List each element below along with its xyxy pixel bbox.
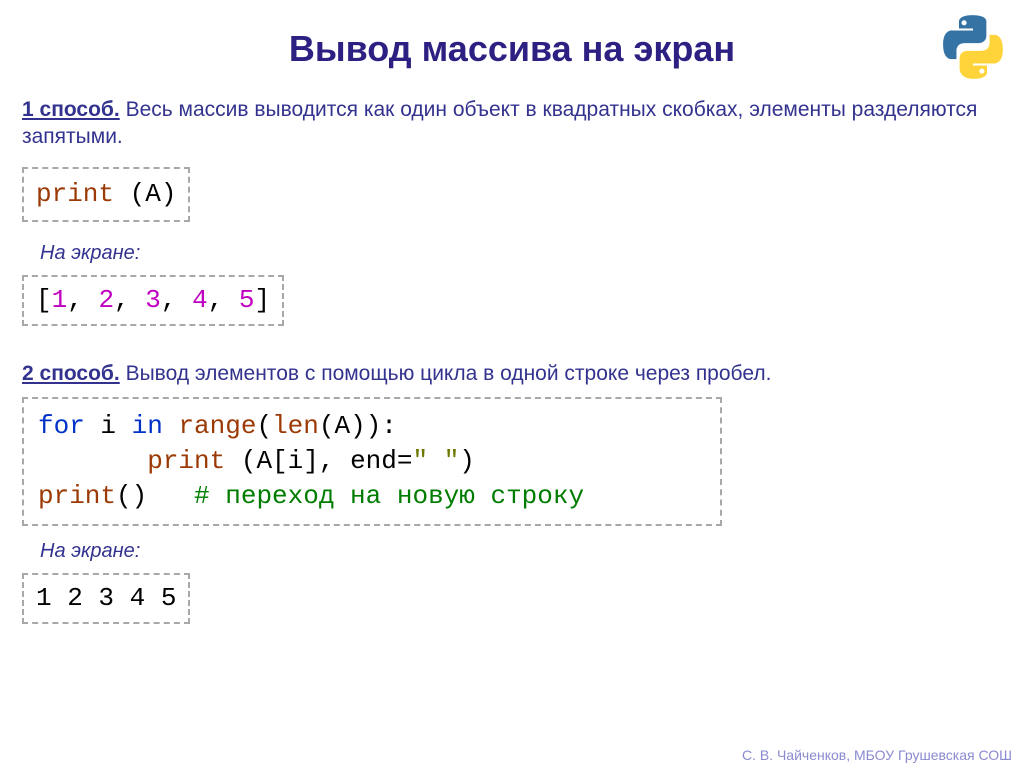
code-block-2: for i in range(len(A)): print (A[i], end…: [22, 397, 722, 526]
out-v2: 2: [98, 285, 114, 315]
out-c1: ,: [67, 285, 98, 315]
method-1-label: 1 способ.: [22, 98, 120, 121]
code-paren-open: (: [114, 179, 145, 209]
output-block-2: 1 2 3 4 5: [22, 573, 190, 624]
method-2-paragraph: 2 способ. Вывод элементов с помощью цикл…: [22, 360, 1002, 387]
paren2: (: [225, 446, 256, 476]
method-1-text: Весь массив выводится как один объект в …: [22, 98, 977, 148]
str-space: " ": [412, 446, 459, 476]
bracket-open: [: [36, 285, 52, 315]
out-v3: 3: [145, 285, 161, 315]
fn-range: range: [178, 411, 256, 441]
fn-print-3: print: [38, 481, 116, 511]
method-1-paragraph: 1 способ. Весь массив выводится как один…: [22, 96, 1002, 151]
arg-a: (A)):: [319, 411, 397, 441]
out-c3: ,: [161, 285, 192, 315]
out-v1: 1: [52, 285, 68, 315]
code-fn-print: print: [36, 179, 114, 209]
footer-credit: С. В. Чайченков, МБОУ Грушевская СОШ: [742, 747, 1012, 763]
screen-label-2: На экране:: [40, 540, 1002, 563]
output-block-1: [1, 2, 3, 4, 5]: [22, 275, 284, 326]
kw-in: in: [132, 411, 163, 441]
fn-print-2: print: [147, 446, 225, 476]
code-line-2: print (A[i], end=" "): [38, 444, 706, 479]
comment: # переход на новую строку: [194, 481, 584, 511]
code-arg: A: [145, 179, 161, 209]
bracket-close: ]: [255, 285, 271, 315]
fn-len: len: [272, 411, 319, 441]
out-c4: ,: [208, 285, 239, 315]
content-area: 1 способ. Весь массив выводится как один…: [0, 96, 1024, 630]
var-i: i: [85, 411, 132, 441]
code-line-3: print() # переход на новую строку: [38, 479, 706, 514]
code-paren-close: ): [161, 179, 177, 209]
output-2-text: 1 2 3 4 5: [36, 583, 176, 613]
call-empty: (): [116, 481, 194, 511]
page-title: Вывод массива на экран: [0, 0, 1024, 82]
method-2-text: Вывод элементов с помощью цикла в одной …: [120, 362, 772, 385]
out-c2: ,: [114, 285, 145, 315]
code-block-1: print (A): [22, 167, 190, 222]
indent: [38, 446, 147, 476]
python-logo-icon: [938, 12, 1008, 82]
arg-ai: A[i], end=: [256, 446, 412, 476]
screen-label-1: На экране:: [40, 242, 1002, 265]
code-line-1: for i in range(len(A)):: [38, 409, 706, 444]
sp1: [163, 411, 179, 441]
paren2c: ): [459, 446, 475, 476]
kw-for: for: [38, 411, 85, 441]
paren1: (: [256, 411, 272, 441]
out-v5: 5: [239, 285, 255, 315]
out-v4: 4: [192, 285, 208, 315]
method-2-label: 2 способ.: [22, 362, 120, 385]
